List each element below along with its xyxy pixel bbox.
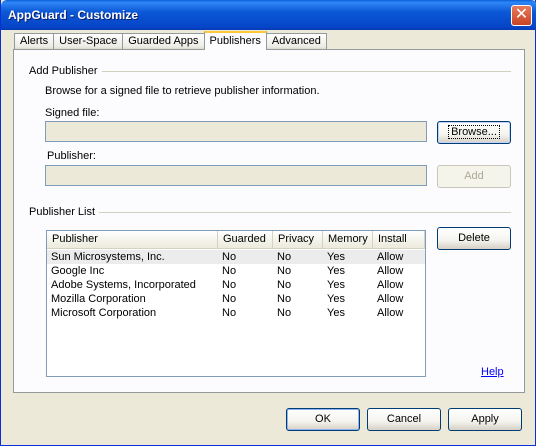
ok-button[interactable]: OK [286, 408, 360, 431]
cell-publisher: Google Inc [51, 265, 105, 277]
title-bar[interactable]: AppGuard - Customize ✕ [1, 0, 536, 30]
tab-guarded-apps[interactable]: Guarded Apps [122, 33, 205, 50]
cell-memory: Yes [327, 279, 345, 291]
publisher-field[interactable] [45, 165, 427, 186]
add-publisher-description: Browse for a signed file to retrieve pub… [45, 85, 320, 97]
close-button[interactable]: ✕ [511, 5, 532, 26]
cell-guarded: No [222, 293, 237, 305]
column-header-guarded[interactable]: Guarded [218, 231, 273, 249]
column-header-install[interactable]: Install [373, 231, 425, 249]
table-row[interactable]: Mozilla Corporation No No Yes Allow [47, 292, 425, 306]
table-row[interactable]: Microsoft Corporation No No Yes Allow [47, 306, 425, 320]
cell-privacy: No [277, 307, 292, 319]
signed-file-label: Signed file: [45, 107, 100, 119]
cell-memory: Yes [327, 307, 345, 319]
cell-privacy: No [277, 293, 292, 305]
customize-window: AppGuard - Customize ✕ Alerts User-Space… [0, 0, 536, 446]
cell-publisher: Adobe Systems, Incorporated [51, 279, 196, 291]
tab-alerts[interactable]: Alerts [14, 33, 55, 50]
cell-publisher: Sun Microsystems, Inc. [51, 251, 165, 263]
column-header-memory[interactable]: Memory [323, 231, 373, 249]
cell-guarded: No [222, 265, 237, 277]
delete-button[interactable]: Delete [437, 227, 511, 250]
publisher-list-header: Publisher Guarded Privacy Memory Install [47, 231, 425, 249]
cancel-button[interactable]: Cancel [367, 408, 441, 431]
cell-memory: Yes [327, 293, 345, 305]
cell-guarded: No [222, 251, 237, 263]
table-row[interactable]: Google Inc No No Yes Allow [47, 264, 425, 278]
help-link[interactable]: Help [481, 366, 504, 378]
column-header-privacy[interactable]: Privacy [273, 231, 323, 249]
publisher-label: Publisher: [47, 150, 96, 162]
cell-publisher: Microsoft Corporation [51, 307, 157, 319]
tab-strip: Alerts User-Space Guarded Apps Publisher… [14, 31, 327, 50]
table-row[interactable]: Adobe Systems, Incorporated No No Yes Al… [47, 278, 425, 292]
publisher-list-divider [95, 212, 511, 213]
add-publisher-group-label: Add Publisher [29, 65, 102, 77]
close-icon: ✕ [514, 6, 529, 23]
apply-button[interactable]: Apply [448, 408, 522, 431]
cell-install: Allow [377, 307, 404, 319]
cell-install: Allow [377, 279, 404, 291]
window-title: AppGuard - Customize [8, 8, 139, 22]
browse-button[interactable]: Browse... [437, 121, 511, 144]
signed-file-field[interactable] [45, 121, 427, 142]
publisher-list[interactable]: Publisher Guarded Privacy Memory Install… [46, 230, 426, 377]
add-publisher-divider [101, 71, 511, 72]
tab-user-space[interactable]: User-Space [53, 33, 124, 50]
tab-publishers[interactable]: Publishers [203, 31, 267, 50]
cell-guarded: No [222, 279, 237, 291]
tab-advanced[interactable]: Advanced [265, 33, 327, 50]
cell-publisher: Mozilla Corporation [51, 293, 146, 305]
cell-privacy: No [277, 279, 292, 291]
browse-button-label: Browse... [448, 125, 500, 139]
cell-memory: Yes [327, 265, 345, 277]
add-button[interactable]: Add [437, 165, 511, 188]
table-row[interactable]: Sun Microsystems, Inc. No No Yes Allow [47, 250, 425, 264]
cell-privacy: No [277, 251, 292, 263]
publisher-list-group-label: Publisher List [29, 206, 100, 218]
cell-install: Allow [377, 265, 404, 277]
cell-guarded: No [222, 307, 237, 319]
cell-memory: Yes [327, 251, 345, 263]
cell-install: Allow [377, 251, 404, 263]
cell-install: Allow [377, 293, 404, 305]
column-header-publisher[interactable]: Publisher [47, 231, 218, 249]
publisher-list-body: Sun Microsystems, Inc. No No Yes Allow G… [47, 250, 425, 320]
cell-privacy: No [277, 265, 292, 277]
